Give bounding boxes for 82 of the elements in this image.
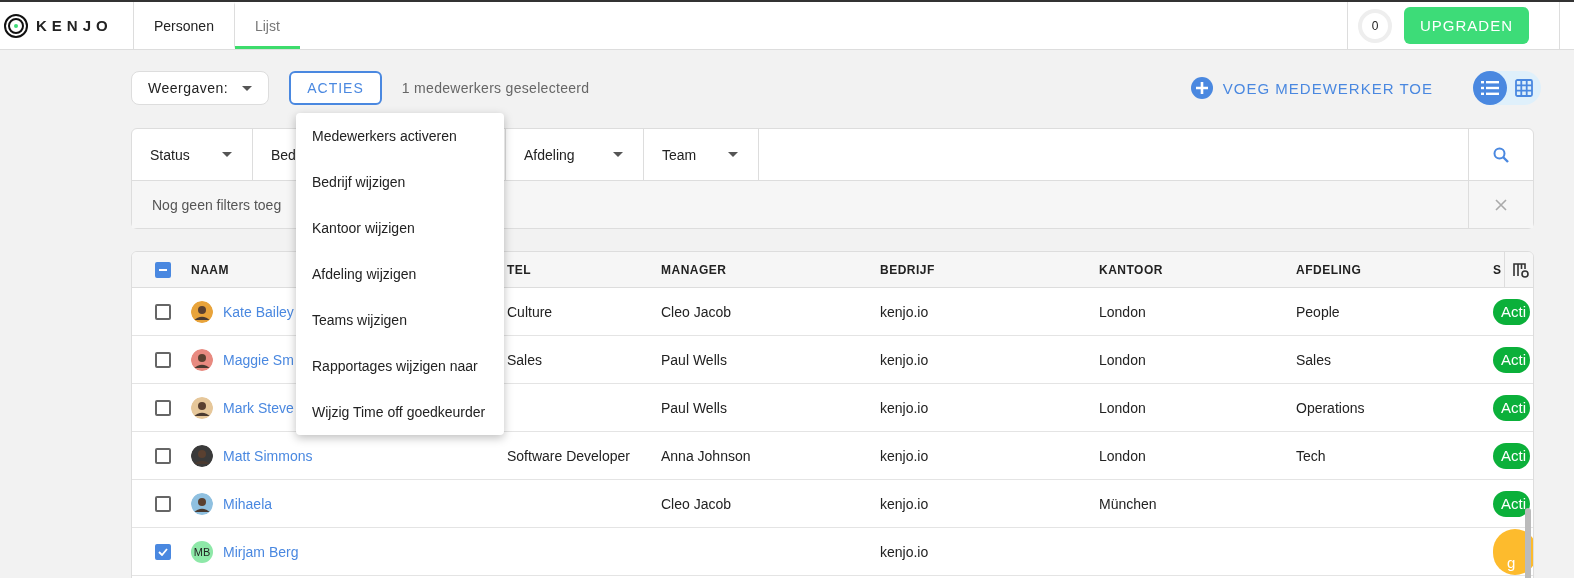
caret-icon (222, 152, 232, 157)
menu-item[interactable]: Wijzig Time off goedkeurder (296, 389, 504, 435)
grid-icon (1515, 79, 1533, 97)
no-filters-text: Nog geen filters toeg (151, 196, 283, 213)
table-cell: Sales (1296, 351, 1332, 368)
views-dropdown[interactable]: Weergaven: (131, 71, 270, 105)
row-checkbox[interactable] (155, 303, 171, 320)
row-checkbox[interactable] (155, 447, 171, 464)
filter-dropdown[interactable]: Team (644, 129, 759, 180)
logo-text: KENJO (36, 17, 113, 34)
filter-dropdown[interactable]: Afdeling (506, 129, 644, 180)
plus-icon (1190, 77, 1213, 99)
menu-item[interactable]: Rapportages wijzigen naar (296, 343, 504, 389)
menu-item[interactable]: Medewerkers activeren (296, 113, 504, 159)
table-cell: London (1099, 351, 1146, 368)
table-cell: People (1296, 303, 1340, 320)
column-header: S (1493, 262, 1502, 277)
scrollbar[interactable] (1525, 508, 1531, 578)
table-cell: London (1099, 303, 1146, 320)
menu-item[interactable]: Afdeling wijzigen (296, 251, 504, 297)
table-cell: kenjo.io (880, 495, 929, 512)
table-cell: Cleo Jacob (661, 303, 732, 320)
menu-item[interactable]: Teams wijzigen (296, 297, 504, 343)
row-checkbox[interactable] (155, 399, 171, 416)
table-cell: kenjo.io (880, 303, 929, 320)
employee-name-link[interactable]: Matt Simmons (223, 447, 313, 464)
table-cell: München (1099, 495, 1157, 512)
actions-button[interactable]: ACTIES (289, 71, 382, 105)
employee-name-link[interactable]: Kate Bailey (223, 303, 294, 320)
menu-item[interactable]: Kantoor wijzigen (296, 205, 504, 251)
logo-icon (4, 13, 28, 38)
caret-icon (242, 85, 253, 91)
column-header: KANTOOR (1099, 262, 1163, 277)
status-badge: Acti (1493, 394, 1530, 421)
table-cell: Paul Wells (661, 399, 727, 416)
employee-name-link[interactable]: Mirjam Berg (223, 543, 299, 560)
column-header: AFDELING (1296, 262, 1362, 277)
list-view-toggle[interactable] (1473, 71, 1507, 105)
filter-dropdown[interactable]: Status (132, 129, 253, 180)
employee-name-link[interactable]: Mihaela (223, 495, 273, 512)
notification-counter[interactable]: 0 (1358, 8, 1392, 43)
table-cell: Paul Wells (661, 351, 727, 368)
search-icon[interactable] (1493, 146, 1509, 163)
status-badge: Acti (1493, 490, 1530, 517)
selection-count: 1 medewerkers geselecteerd (401, 80, 590, 96)
check-icon (158, 547, 168, 556)
status-badge: Acti (1493, 442, 1530, 469)
select-all-checkbox[interactable] (155, 261, 171, 278)
table-cell: kenjo.io (880, 543, 929, 560)
table-cell: kenjo.io (880, 399, 929, 416)
menu-item[interactable]: Bedrijf wijzigen (296, 159, 504, 205)
minus-icon (159, 268, 167, 271)
table-cell: London (1099, 447, 1146, 464)
column-header: BEDRIJF (880, 262, 935, 277)
caret-icon (613, 152, 623, 157)
list-icon (1481, 81, 1499, 95)
status-badge: Acti (1493, 298, 1530, 325)
column-header: TEL (507, 262, 532, 277)
caret-icon (728, 152, 738, 157)
table-cell: Anna Johnson (661, 447, 751, 464)
employee-name-link[interactable]: Maggie Sm (223, 351, 294, 368)
close-icon[interactable] (1495, 198, 1507, 211)
nav-tab[interactable]: Lijst (234, 2, 300, 49)
status-badge: Acti (1493, 346, 1530, 373)
table-cell: Software Developer (507, 447, 630, 464)
column-header: MANAGER (661, 262, 727, 277)
avatar-initials: MB (191, 540, 213, 563)
table-cell: Operations (1296, 399, 1365, 416)
table-cell: kenjo.io (880, 351, 929, 368)
table-cell: kenjo.io (880, 447, 929, 464)
column-header: NAAM (191, 262, 229, 277)
employee-name-link[interactable]: Mark Steve (223, 399, 294, 416)
column-settings-icon[interactable] (1512, 261, 1529, 278)
table-cell: Cleo Jacob (661, 495, 732, 512)
nav-tab[interactable]: Personen (134, 2, 235, 49)
table-cell: London (1099, 399, 1146, 416)
row-checkbox[interactable] (155, 351, 171, 368)
table-cell: Sales (507, 351, 543, 368)
row-checkbox[interactable] (155, 495, 171, 512)
table-cell: Tech (1296, 447, 1326, 464)
row-checkbox[interactable] (155, 543, 171, 560)
table-cell: Culture (507, 303, 553, 320)
